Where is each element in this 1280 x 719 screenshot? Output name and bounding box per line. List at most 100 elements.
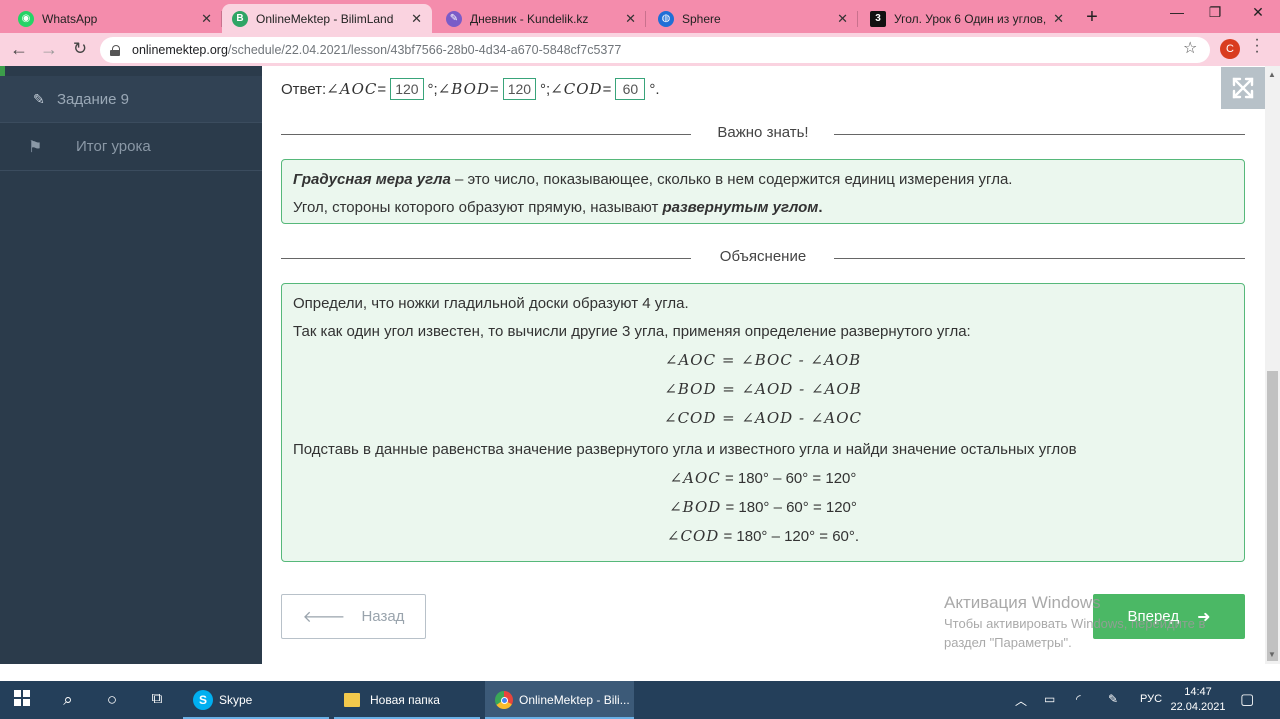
system-clock[interactable]: 14:47 22.04.2021 (1170, 685, 1226, 715)
calc-expression: = 180° – 120° = 60°. (719, 528, 860, 545)
scroll-down-icon[interactable]: ▼ (1268, 650, 1276, 659)
tab-title: WhatsApp (42, 11, 98, 26)
search-icon[interactable]: ⌕ (56, 690, 80, 710)
lesson-sidebar: ✎ Задание 9 ⚑ Итог урока (0, 66, 262, 664)
definition-text: – это число, показывающее, сколько в нем… (450, 171, 1013, 188)
angle-aoc: ∠AOC (326, 80, 378, 98)
whatsapp-icon: ◉ (18, 10, 34, 27)
explanation-paragraph: Так как один угол известен, то вычисли д… (293, 323, 971, 340)
battery-icon[interactable]: ▭ (1044, 692, 1055, 706)
definition-line-2: Угол, стороны которого образуют прямую, … (293, 194, 1233, 222)
close-icon[interactable]: ✕ (411, 11, 422, 27)
answer-input-aoc[interactable]: 120 (390, 78, 424, 100)
restore-button[interactable]: ❐ (1200, 4, 1230, 21)
chevron-up-icon[interactable]: ︿ (1015, 692, 1027, 709)
tab-znanija[interactable]: 3 Угол. Урок 6 Один из углов, о ✕ (860, 4, 1074, 33)
definition-line-1: Градусная мера угла – это число, показыв… (293, 166, 1233, 194)
calc-expression: = 180° – 60° = 120° (721, 499, 857, 516)
taskbar-app-label: Skype (219, 693, 253, 707)
sidebar-item-label: Итог урока (76, 138, 151, 155)
reload-icon[interactable]: ↻ (69, 39, 91, 59)
taskbar-app-label: Новая папка (370, 693, 440, 707)
taskbar-app-label: OnlineMektep - Bili... (519, 693, 630, 707)
angle-cod: ∠COD (550, 80, 603, 98)
pen-icon[interactable]: ✎ (1108, 692, 1118, 706)
explanation-paragraph: Определи, что ножки гладильной доски обр… (293, 295, 689, 312)
bookmark-star-icon[interactable]: ☆ (1183, 38, 1197, 58)
scroll-up-icon[interactable]: ▲ (1268, 70, 1276, 79)
clock-date: 22.04.2021 (1170, 701, 1226, 713)
definition-end: . (818, 199, 823, 216)
equals-sign: = (602, 80, 612, 98)
explanation-heading: Объяснение (719, 248, 807, 265)
forward-arrow-icon[interactable]: → (38, 39, 60, 60)
profile-avatar[interactable]: C (1220, 39, 1240, 59)
lock-icon (110, 44, 120, 56)
tab-onlinemektep[interactable]: B OnlineMektep - BilimLand ✕ (222, 4, 432, 33)
degree-separator: °; (427, 80, 438, 98)
minimize-button[interactable]: — (1162, 4, 1192, 20)
arrow-right-icon: ➜ (1197, 608, 1211, 626)
close-window-button[interactable]: ✕ (1243, 4, 1273, 21)
close-icon[interactable]: ✕ (625, 11, 636, 27)
sidebar-item-label: Задание 9 (57, 90, 130, 108)
formula: ∠AOC = ∠BOC - ∠AOB (664, 351, 862, 369)
answer-prefix: Ответ: (281, 80, 327, 98)
formula: ∠COD = ∠AOD - ∠AOC (664, 409, 862, 427)
degree-end: °. (649, 80, 660, 98)
sidebar-item-task-9[interactable]: ✎ Задание 9 (0, 76, 262, 123)
important-heading: Важно знать! (717, 124, 809, 141)
next-button[interactable]: Вперед ➜ (1093, 594, 1245, 639)
url-path: /schedule/22.04.2021/lesson/43bf7566-28b… (227, 43, 622, 57)
cortana-icon[interactable]: ○ (100, 690, 124, 710)
new-tab-button[interactable]: + (1080, 6, 1104, 29)
windows-start-icon[interactable] (10, 690, 34, 711)
znanija-icon: 3 (870, 10, 886, 27)
fullscreen-button[interactable] (1221, 67, 1265, 109)
arrow-left-icon: 🡐 (302, 609, 346, 626)
address-bar[interactable]: onlinemektep.org/schedule/22.04.2021/les… (100, 37, 1210, 63)
calculation: ∠AOC = 180° – 60° = 120° (293, 464, 1233, 493)
tab-title: OnlineMektep - BilimLand (256, 11, 394, 26)
degree-separator: °; (540, 80, 551, 98)
taskbar-app-chrome[interactable]: OnlineMektep - Bili... (485, 681, 634, 719)
tab-sphere[interactable]: ◍ Sphere ✕ (648, 4, 858, 33)
important-divider: Важно знать! (281, 124, 1245, 144)
clock-time: 14:47 (1184, 686, 1212, 698)
back-arrow-icon[interactable]: ← (8, 39, 30, 60)
back-button-label: Назад (361, 608, 405, 625)
calc-angle: ∠COD (666, 527, 720, 545)
language-indicator[interactable]: РУС (1140, 693, 1162, 705)
page-scrollbar[interactable]: ▲ ▼ (1265, 66, 1280, 664)
expand-icon (1232, 77, 1254, 99)
calculation: ∠BOD = 180° – 60° = 120° (293, 493, 1233, 522)
tab-whatsapp[interactable]: ◉ WhatsApp ✕ (8, 4, 222, 33)
kundelik-icon: ✎ (446, 10, 462, 27)
next-button-label: Вперед (1127, 608, 1180, 625)
calc-expression: = 180° – 60° = 120° (720, 470, 857, 487)
equals-sign: = (377, 80, 387, 98)
scrollbar-thumb[interactable] (1267, 371, 1278, 661)
calc-angle: ∠BOD (669, 498, 722, 516)
back-button[interactable]: 🡐 Назад (281, 594, 426, 639)
notification-icon[interactable]: ▢ (1240, 690, 1254, 708)
close-icon[interactable]: ✕ (201, 11, 212, 27)
formula: ∠BOD = ∠AOD - ∠AOB (664, 380, 862, 398)
close-icon[interactable]: ✕ (1053, 11, 1064, 27)
sidebar-item-summary[interactable]: ⚑ Итог урока (0, 123, 262, 171)
calculation: ∠COD = 180° – 120° = 60°. (293, 522, 1233, 551)
taskbar-app-skype[interactable]: S Skype (183, 681, 329, 719)
explanation-paragraph: Подставь в данные равенства значение раз… (293, 441, 1077, 458)
url-host: onlinemektep.org (132, 43, 228, 57)
answer-input-cod[interactable]: 60 (615, 78, 646, 100)
answer-input-bod[interactable]: 120 (502, 78, 537, 100)
wifi-icon[interactable]: ◜ (1076, 692, 1081, 706)
close-icon[interactable]: ✕ (837, 11, 848, 27)
explanation-box: Определи, что ножки гладильной доски обр… (281, 283, 1245, 562)
menu-dots-icon[interactable]: · · · (1252, 32, 1262, 60)
calc-angle: ∠AOC (669, 469, 721, 487)
taskbar-app-folder[interactable]: Новая папка (334, 681, 480, 719)
explanation-divider: Объяснение (281, 248, 1245, 268)
task-view-icon[interactable]: ⧉ (145, 690, 169, 707)
tab-kundelik[interactable]: ✎ Дневник - Kundelik.kz ✕ (436, 4, 646, 33)
